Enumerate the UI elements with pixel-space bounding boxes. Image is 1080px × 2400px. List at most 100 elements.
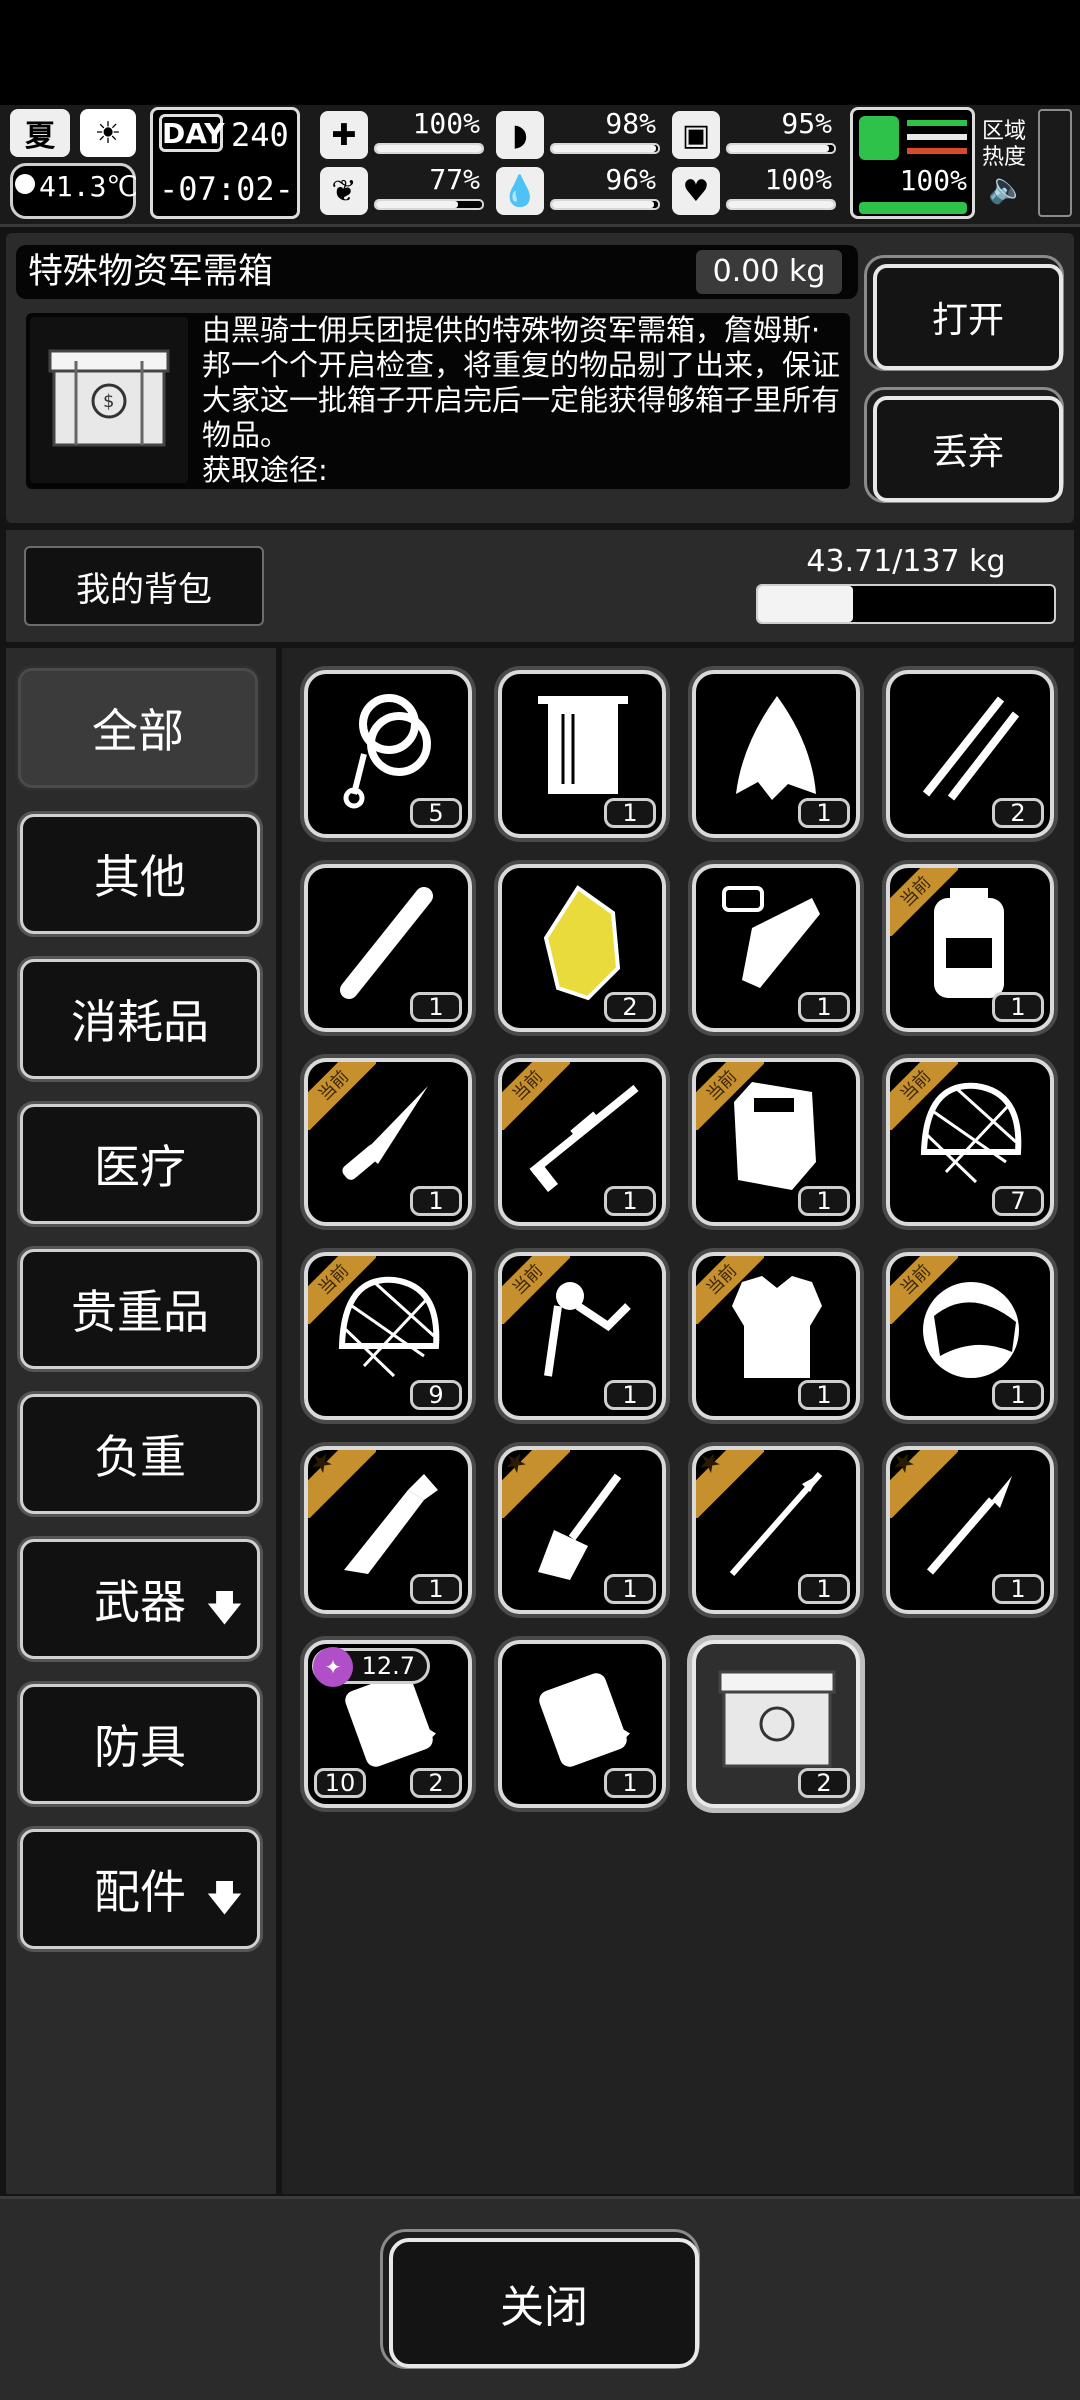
item-description-box: $ 由黑骑士佣兵团提供的特殊物资军需箱，詹姆斯·邦一个个开启检查，将重复的物品剔… — [26, 313, 850, 489]
sanity-bar — [374, 199, 484, 210]
inventory-grid: 5 1 1 2 1 2 1 1 当前 1 当前 1 当前 1 当前 7 当前 9 当前 1 当前 1 当前 1 当前 1 ★ 1 ★ 1 ★… — [282, 648, 1074, 2194]
inventory-slot[interactable]: 1 当前 — [498, 1058, 666, 1226]
inventory-slot[interactable]: 1 — [692, 670, 860, 838]
inventory-slot[interactable]: 1 当前 — [886, 864, 1054, 1032]
category-valuables[interactable]: 贵重品 — [20, 1249, 260, 1369]
stats-grid: ✚ 100% ◗ 98% ▣ 95% ❦ 77% 💧 96% ♥ 100% — [320, 107, 840, 221]
inventory-slot[interactable]: 2 — [498, 864, 666, 1032]
svg-text:$: $ — [103, 391, 114, 412]
inventory-slot[interactable]: 1 — [304, 864, 472, 1032]
item-quantity: 9 — [410, 1380, 462, 1410]
category-label: 医疗 — [94, 1140, 186, 1194]
item-quantity: 1 — [798, 1186, 850, 1216]
open-button[interactable]: 打开 — [864, 255, 1064, 371]
thermometer-icon — [15, 174, 35, 194]
hunger-bar — [550, 143, 660, 154]
current-equipped-ribbon: 当前 — [696, 1062, 764, 1130]
category-label: 其他 — [94, 850, 186, 904]
item-name: 特殊物资军需箱 — [28, 252, 274, 292]
inventory-slot[interactable]: 1 — [498, 1640, 666, 1808]
item-description: 由黑骑士佣兵团提供的特殊物资军需箱，詹姆斯·邦一个个开启检查，将重复的物品剔了出… — [202, 313, 842, 489]
category-other[interactable]: 其他 — [20, 814, 260, 934]
category-label: 配件 — [94, 1865, 186, 1919]
item-quantity: 7 — [992, 1186, 1044, 1216]
favorite-ribbon: ★ — [696, 1450, 764, 1518]
category-armor[interactable]: 防具 — [20, 1684, 260, 1804]
inventory-slot[interactable]: 2 10 ✦ 12.7 — [304, 1640, 472, 1808]
item-quantity: 2 — [410, 1768, 462, 1798]
speaker-icon[interactable]: 🔈 — [988, 171, 1025, 206]
category-carry[interactable]: 负重 — [20, 1394, 260, 1514]
inventory-slot[interactable]: 1 当前 — [304, 1058, 472, 1226]
inventory-slot[interactable]: 1 当前 — [692, 1058, 860, 1226]
inventory-slot[interactable]: 1 ★ — [886, 1446, 1054, 1614]
inventory-slot[interactable]: 1 ★ — [304, 1446, 472, 1614]
thirst-pct: 96% — [605, 163, 656, 196]
inventory-slot[interactable]: 1 当前 — [886, 1252, 1054, 1420]
item-source-label: 获取途径: — [202, 453, 328, 487]
chevron-down-icon: 🡇 — [205, 1588, 243, 1629]
sun-icon: ☀ — [80, 109, 136, 157]
rope-icon — [343, 694, 431, 809]
item-quantity: 1 — [604, 1768, 656, 1798]
item-weight: 0.00 kg — [696, 250, 842, 294]
day-number: 240 — [231, 116, 289, 154]
discard-button[interactable]: 丢弃 — [864, 387, 1064, 503]
survival-hud: 夏 ☀ 41.3℃ DAY 240 -07:02- ✚ 100% ◗ 98% ▣… — [0, 105, 1080, 227]
category-attachments[interactable]: 配件 🡇 — [20, 1829, 260, 1949]
close-button[interactable]: 关闭 — [380, 2229, 700, 2369]
inventory-slot[interactable]: 5 — [304, 670, 472, 838]
stamina-line-white — [907, 134, 967, 140]
brain-icon: ❦ — [320, 167, 368, 215]
category-label: 负重 — [94, 1430, 186, 1484]
inventory-slot[interactable]: 1 ★ — [692, 1446, 860, 1614]
oxygen-bar — [726, 143, 836, 154]
ammo-pack-icon — [539, 1673, 630, 1767]
water-drop-icon: 💧 — [496, 167, 544, 215]
ribbon-text: 当前 — [502, 1062, 570, 1130]
item-quantity: 5 — [410, 798, 462, 828]
category-label: 贵重品 — [71, 1285, 209, 1339]
mood-pct: 100% — [764, 163, 832, 196]
item-quantity: 2 — [798, 1768, 850, 1798]
towel-icon — [538, 696, 628, 794]
inventory-slot[interactable]: 1 — [498, 670, 666, 838]
season-badge: 夏 — [10, 109, 70, 157]
stomach-icon: ◗ — [496, 111, 544, 159]
bag-header: 我的背包 43.71/137 kg — [6, 530, 1074, 642]
item-quantity: 1 — [604, 1574, 656, 1604]
current-equipped-ribbon: 当前 — [890, 868, 958, 936]
item-quantity: 1 — [604, 798, 656, 828]
inventory-slot[interactable]: 7 当前 — [886, 1058, 1054, 1226]
inventory-slot[interactable]: 1 当前 — [498, 1252, 666, 1420]
inventory-slot[interactable]: 1 ★ — [498, 1446, 666, 1614]
category-weapons[interactable]: 武器 🡇 — [20, 1539, 260, 1659]
category-all[interactable]: 全部 — [18, 668, 258, 788]
inventory-slot[interactable]: 2 — [692, 1640, 860, 1808]
bag-title: 我的背包 — [24, 546, 264, 626]
inventory-slot[interactable]: 1 — [692, 864, 860, 1032]
current-equipped-ribbon: 当前 — [502, 1256, 570, 1324]
current-equipped-ribbon: 当前 — [308, 1256, 376, 1324]
supply-crate-icon: $ — [48, 349, 170, 447]
current-equipped-ribbon: 当前 — [890, 1062, 958, 1130]
zone-heat-label: 区域热度 — [982, 119, 1027, 170]
caliber-text: 12.7 — [361, 1652, 415, 1680]
inventory-slot[interactable]: 9 当前 — [304, 1252, 472, 1420]
bag-capacity-fill — [758, 586, 853, 622]
inventory-slot[interactable]: 2 — [886, 670, 1054, 838]
category-medical[interactable]: 医疗 — [20, 1104, 260, 1224]
category-consumables[interactable]: 消耗品 — [20, 959, 260, 1079]
inventory-slot[interactable]: 1 当前 — [692, 1252, 860, 1420]
item-quantity: 1 — [410, 992, 462, 1022]
ribbon-text: 当前 — [696, 1256, 764, 1324]
mood-bar — [726, 199, 836, 210]
favorite-ribbon: ★ — [308, 1450, 376, 1518]
open-button-label: 打开 — [873, 264, 1063, 370]
item-quantity: 1 — [410, 1574, 462, 1604]
category-column: 全部 其他 消耗品 医疗 贵重品 负重 武器 🡇 防具 配件 🡇 — [6, 648, 276, 2194]
thirst-bar — [550, 199, 660, 210]
stamina-line-green — [907, 120, 967, 126]
temperature-text: 41.3℃ — [39, 170, 138, 203]
hunger-pct: 98% — [605, 107, 656, 140]
